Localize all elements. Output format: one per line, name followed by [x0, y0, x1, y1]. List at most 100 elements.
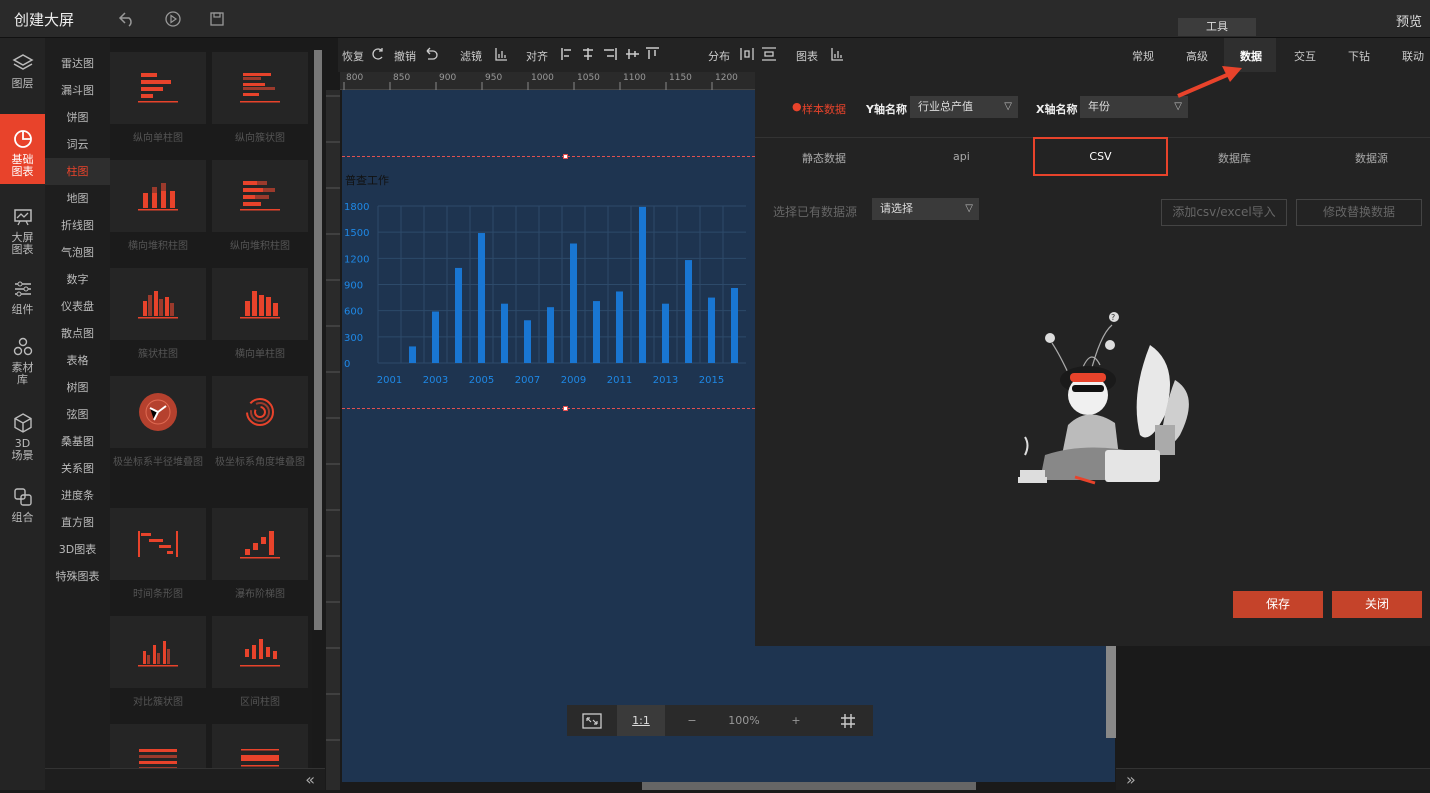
category-item[interactable]: 直方图	[45, 509, 110, 536]
play-icon[interactable]	[164, 10, 182, 28]
category-item[interactable]: 雷达图	[45, 50, 110, 77]
canvas-vertical-scrollbar[interactable]	[1106, 646, 1116, 738]
chart-card[interactable]: 极坐标系角度堆叠图	[212, 376, 308, 474]
bar[interactable]	[593, 301, 600, 363]
filter-button[interactable]: 滤镜	[460, 48, 482, 64]
category-item[interactable]: 词云	[45, 131, 110, 158]
chart-card[interactable]: 横向单柱图	[212, 268, 308, 366]
chart-card[interactable]: 簇状柱图	[110, 268, 206, 366]
y-axis-name-select[interactable]: 行业总产值 ▽	[910, 96, 1018, 118]
bar[interactable]	[478, 233, 485, 363]
chart-bars-icon[interactable]	[494, 47, 508, 61]
gallery-scrollbar[interactable]	[314, 50, 322, 630]
bar[interactable]	[432, 311, 439, 363]
bar[interactable]	[639, 206, 646, 363]
zoom-in-button[interactable]: +	[781, 705, 811, 736]
category-item[interactable]: 散点图	[45, 320, 110, 347]
close-button[interactable]: 关闭	[1332, 591, 1422, 618]
align-button[interactable]: 对齐	[526, 48, 548, 64]
category-item[interactable]: 数字	[45, 266, 110, 293]
preview-button[interactable]: 预览	[1396, 11, 1422, 30]
subtab-database[interactable]: 数据库	[1218, 150, 1251, 166]
chart-card[interactable]	[212, 724, 308, 768]
ratio-1-1-button[interactable]: 1:1	[617, 705, 665, 736]
zoom-out-button[interactable]: −	[677, 705, 707, 736]
expand-right-icon[interactable]: »	[1126, 770, 1136, 789]
import-csv-button[interactable]: 添加csv/excel导入	[1161, 199, 1287, 226]
sample-data-label[interactable]: 样本数据	[802, 101, 846, 117]
category-item[interactable]: 树图	[45, 374, 110, 401]
category-item-active[interactable]: 柱图	[45, 158, 110, 185]
category-item[interactable]: 表格	[45, 347, 110, 374]
category-item[interactable]: 3D图表	[45, 536, 110, 563]
undo-icon[interactable]	[424, 47, 438, 61]
category-item[interactable]: 桑基图	[45, 428, 110, 455]
save-icon[interactable]	[208, 10, 226, 28]
resize-handle-top[interactable]	[563, 154, 568, 159]
tab-interaction[interactable]: 交互	[1294, 48, 1316, 64]
distribute-button[interactable]: 分布	[708, 48, 730, 64]
fit-screen-icon[interactable]	[567, 705, 617, 736]
tab-drilldown[interactable]: 下钻	[1348, 48, 1370, 64]
collapse-left-icon[interactable]: «	[305, 770, 315, 789]
nav-assets[interactable]: 素材 库	[0, 336, 45, 392]
chart-card[interactable]: 极坐标系半径堆叠图	[110, 376, 206, 474]
align-icons[interactable]	[560, 47, 670, 61]
bar-chart[interactable]: 1800 1500 1200 900 600 300 0 2001 2003 2005 2007 20…	[342, 196, 755, 392]
chart-button[interactable]: 图表	[796, 48, 818, 64]
chart-card[interactable]: 横向堆积柱图	[110, 160, 206, 258]
nav-basic-charts[interactable]: 基础 图表	[0, 114, 45, 184]
nav-3d-scene[interactable]: 3D 场景	[0, 412, 45, 468]
bar[interactable]	[455, 267, 462, 363]
category-item[interactable]: 漏斗图	[45, 77, 110, 104]
category-item[interactable]: 饼图	[45, 104, 110, 131]
resize-handle-bottom[interactable]	[563, 406, 568, 411]
bar[interactable]	[547, 307, 554, 363]
nav-components[interactable]: 组件	[0, 278, 45, 318]
nav-layers[interactable]: 图层	[0, 52, 45, 100]
category-item[interactable]: 关系图	[45, 455, 110, 482]
bar[interactable]	[409, 346, 416, 363]
category-item[interactable]: 折线图	[45, 212, 110, 239]
chart-card[interactable]: 区间柱图	[212, 616, 308, 714]
chart-card[interactable]: 对比簇状图	[110, 616, 206, 714]
chart-card[interactable]: 纵向单柱图	[110, 52, 206, 150]
distribute-icons[interactable]	[740, 47, 780, 61]
tab-general[interactable]: 常规	[1132, 48, 1154, 64]
chart-card[interactable]: 纵向堆积柱图	[212, 160, 308, 258]
bar[interactable]	[524, 320, 531, 363]
redo-icon[interactable]	[371, 47, 385, 61]
chart-card[interactable]	[110, 724, 206, 768]
subtab-csv[interactable]: CSV	[1033, 137, 1168, 176]
restore-button[interactable]: 恢复	[342, 48, 364, 64]
chart-bars-icon[interactable]	[830, 47, 844, 61]
bar[interactable]	[570, 243, 577, 363]
chart-card[interactable]: 时间条形图	[110, 508, 206, 606]
category-item[interactable]: 气泡图	[45, 239, 110, 266]
subtab-api[interactable]: api	[953, 150, 970, 163]
category-item[interactable]: 进度条	[45, 482, 110, 509]
category-item[interactable]: 弦图	[45, 401, 110, 428]
undo-arrow-icon[interactable]	[118, 10, 136, 28]
grid-icon[interactable]	[823, 705, 873, 736]
bar[interactable]	[616, 291, 623, 363]
category-item[interactable]: 地图	[45, 185, 110, 212]
bar[interactable]	[731, 287, 738, 363]
datasource-select[interactable]: 请选择 ▽	[872, 198, 979, 220]
canvas-horizontal-scrollbar[interactable]	[642, 782, 976, 790]
nav-screen-charts[interactable]: 大屏 图表	[0, 206, 45, 258]
nav-group[interactable]: 组合	[0, 486, 45, 526]
subtab-datasource[interactable]: 数据源	[1355, 150, 1388, 166]
modify-data-button[interactable]: 修改替换数据	[1296, 199, 1422, 226]
subtab-static-data[interactable]: 静态数据	[802, 150, 846, 166]
chart-card[interactable]: 纵向簇状图	[212, 52, 308, 150]
bar[interactable]	[501, 303, 508, 363]
tab-linkage[interactable]: 联动	[1402, 48, 1424, 64]
bar[interactable]	[685, 260, 692, 363]
category-item[interactable]: 特殊图表	[45, 563, 110, 590]
save-button[interactable]: 保存	[1233, 591, 1323, 618]
bar[interactable]	[662, 303, 669, 363]
undo-button[interactable]: 撤销	[394, 48, 416, 64]
category-item[interactable]: 仪表盘	[45, 293, 110, 320]
tool-tab[interactable]: 工具	[1178, 18, 1256, 36]
